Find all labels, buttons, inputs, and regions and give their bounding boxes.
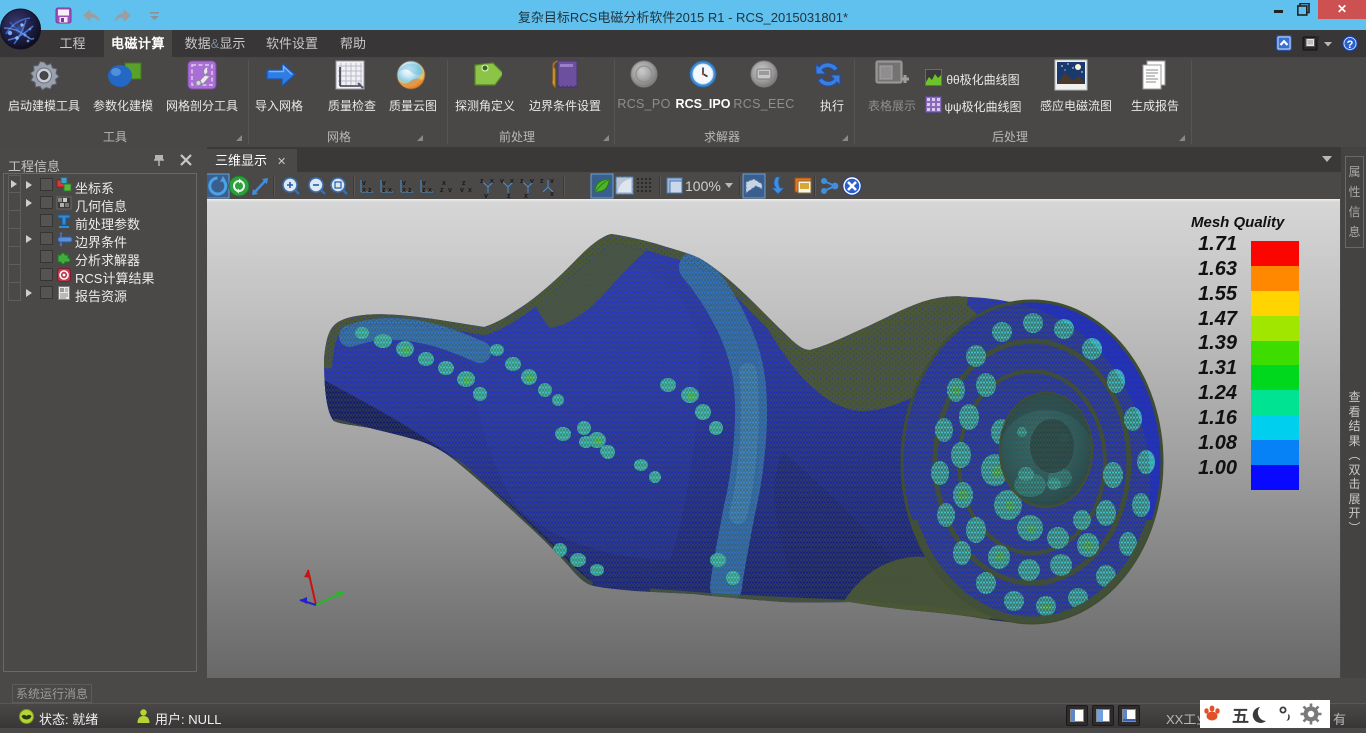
svg-text:x: x xyxy=(468,187,472,194)
svg-text:v: v xyxy=(530,178,534,185)
svg-text:x: x xyxy=(490,178,494,185)
svg-text:五: 五 xyxy=(1232,707,1249,726)
svg-text:v: v xyxy=(362,180,366,187)
svg-text:v: v xyxy=(550,178,554,185)
svg-text:v: v xyxy=(460,187,464,194)
svg-text:z: z xyxy=(462,180,466,187)
svg-text:z: z xyxy=(480,178,484,185)
svg-text:z: z xyxy=(382,187,386,194)
svg-text:v: v xyxy=(422,180,426,187)
svg-text:x: x xyxy=(362,187,366,194)
svg-text:z: z xyxy=(520,178,524,185)
svg-text:x: x xyxy=(442,180,446,187)
svg-text:z: z xyxy=(440,187,444,194)
svg-text:x: x xyxy=(428,187,432,194)
svg-text:v: v xyxy=(382,180,386,187)
svg-text:z: z xyxy=(540,178,544,185)
svg-text:v: v xyxy=(402,180,406,187)
svg-text:x: x xyxy=(388,187,392,194)
svg-text:v: v xyxy=(500,178,504,185)
svg-text:x: x xyxy=(510,178,514,185)
svg-text:z: z xyxy=(422,187,426,194)
svg-text:x: x xyxy=(550,191,554,198)
svg-text:?: ? xyxy=(1347,39,1354,51)
svg-text:100%: 100% xyxy=(685,178,721,194)
svg-text:z: z xyxy=(368,187,372,194)
svg-text:v: v xyxy=(448,187,452,194)
svg-text:z: z xyxy=(408,187,412,194)
svg-text:x: x xyxy=(402,187,406,194)
